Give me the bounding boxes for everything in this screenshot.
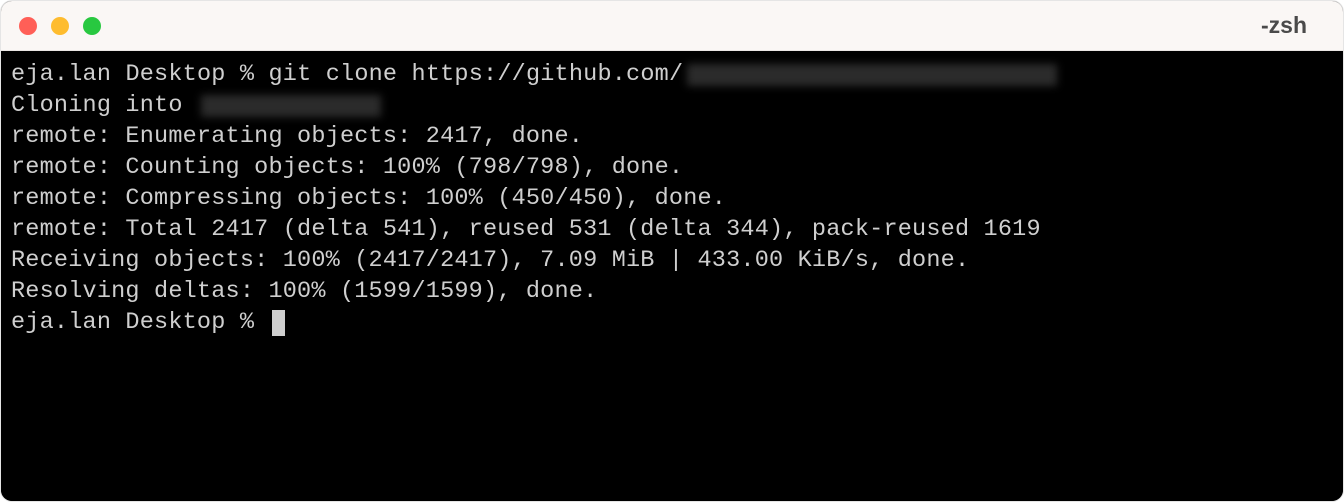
prompt-dir: Desktop: [125, 59, 225, 90]
minimize-icon[interactable]: [51, 17, 69, 35]
output-compressing: remote: Compressing objects: 100% (450/4…: [11, 183, 726, 214]
terminal-line: eja.lan Desktop % git clone https://gith…: [11, 59, 1333, 90]
prompt-symbol: %: [240, 59, 254, 90]
terminal-line: remote: Counting objects: 100% (798/798)…: [11, 152, 1333, 183]
terminal-window: -zsh eja.lan Desktop % git clone https:/…: [0, 0, 1344, 502]
terminal-line: remote: Total 2417 (delta 541), reused 5…: [11, 214, 1333, 245]
prompt-host: eja.lan: [11, 59, 111, 90]
terminal-line: Resolving deltas: 100% (1599/1599), done…: [11, 276, 1333, 307]
cursor-icon: [272, 310, 285, 336]
traffic-lights: [19, 17, 101, 35]
terminal-line: eja.lan Desktop %: [11, 307, 1333, 338]
output-resolving: Resolving deltas: 100% (1599/1599), done…: [11, 276, 597, 307]
terminal-line: remote: Enumerating objects: 2417, done.: [11, 121, 1333, 152]
output-enumerating: remote: Enumerating objects: 2417, done.: [11, 121, 583, 152]
output-total: remote: Total 2417 (delta 541), reused 5…: [11, 214, 1041, 245]
terminal-line: Receiving objects: 100% (2417/2417), 7.0…: [11, 245, 1333, 276]
terminal-body[interactable]: eja.lan Desktop % git clone https://gith…: [1, 51, 1343, 501]
output-receiving: Receiving objects: 100% (2417/2417), 7.0…: [11, 245, 969, 276]
titlebar: -zsh: [1, 1, 1343, 51]
prompt-space: [111, 59, 125, 90]
output-counting: remote: Counting objects: 100% (798/798)…: [11, 152, 683, 183]
prompt-idle: eja.lan Desktop %: [11, 307, 268, 338]
terminal-line: remote: Compressing objects: 100% (450/4…: [11, 183, 1333, 214]
redacted-url: [687, 64, 1057, 86]
close-icon[interactable]: [19, 17, 37, 35]
prompt-space3: [254, 59, 268, 90]
redacted-repo: [201, 95, 381, 117]
command-text: git clone https://github.com/: [269, 59, 684, 90]
prompt-space2: [226, 59, 240, 90]
window-title: -zsh: [1261, 12, 1325, 39]
maximize-icon[interactable]: [83, 17, 101, 35]
output-cloning-into: Cloning into: [11, 90, 197, 121]
terminal-line: Cloning into: [11, 90, 1333, 121]
